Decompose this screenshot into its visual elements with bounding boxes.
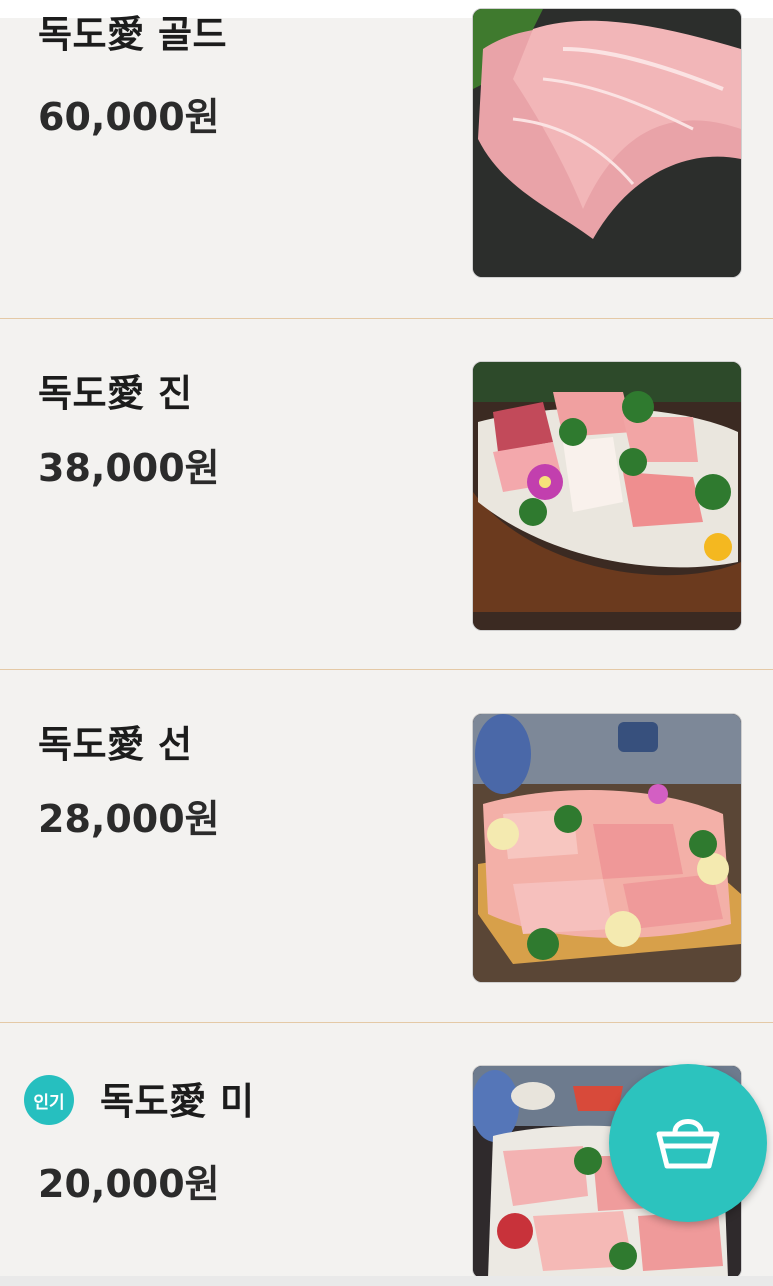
shopping-basket-icon <box>653 1110 723 1176</box>
menu-item[interactable]: 독도愛 진 38,000원 <box>0 319 773 669</box>
item-name: 독도愛 미 <box>100 1080 255 1123</box>
item-price: 60,000원 <box>38 95 220 139</box>
item-name: 독도愛 선 <box>38 723 193 766</box>
popular-badge: 인기 <box>24 1075 74 1125</box>
item-name: 독도愛 골드 <box>38 13 228 56</box>
item-photo[interactable] <box>472 361 742 631</box>
menu-item[interactable]: 독도愛 선 28,000원 <box>0 670 773 1022</box>
item-photo[interactable] <box>472 713 742 983</box>
cart-button[interactable] <box>609 1064 767 1222</box>
item-price: 20,000원 <box>38 1162 220 1206</box>
bottom-strip <box>0 1276 773 1286</box>
menu-item[interactable]: 독도愛 골드 60,000원 <box>0 0 773 318</box>
item-photo[interactable] <box>472 8 742 278</box>
item-price: 28,000원 <box>38 797 220 841</box>
item-name: 독도愛 진 <box>38 372 193 415</box>
item-price: 38,000원 <box>38 446 220 490</box>
